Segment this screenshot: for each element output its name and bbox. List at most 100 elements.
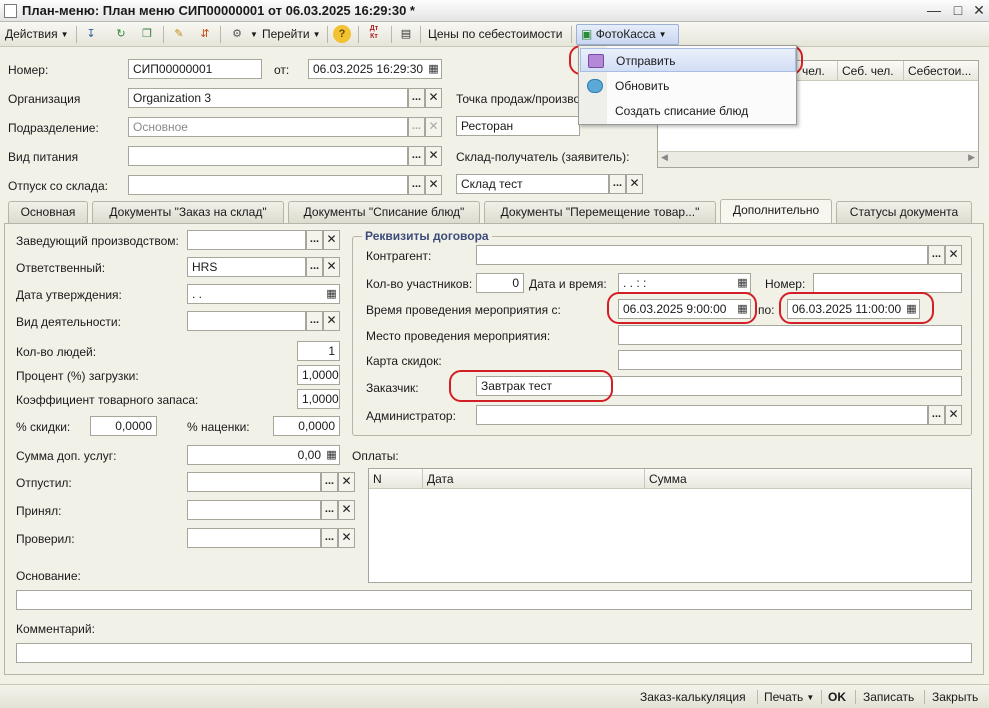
calendar-icon[interactable]: ▦ xyxy=(735,274,750,292)
released-by-field[interactable] xyxy=(187,472,321,492)
structure-icon[interactable]: ⚙ xyxy=(228,25,246,43)
admin-field[interactable] xyxy=(476,405,928,425)
select-button[interactable]: ... xyxy=(306,311,323,331)
datetime-field[interactable]: . . : : xyxy=(618,273,751,293)
clear-icon[interactable]: ✕ xyxy=(425,88,442,108)
payments-grid[interactable]: N Дата Сумма xyxy=(368,468,972,583)
calculator-icon[interactable]: ▦ xyxy=(324,446,339,464)
clear-icon[interactable]: ✕ xyxy=(323,257,340,277)
tab-dish-writeoff[interactable]: Документы "Списание блюд" xyxy=(288,201,480,223)
actions-menu-button[interactable]: Действия ▼ xyxy=(5,25,69,44)
close-button[interactable]: Закрыть xyxy=(932,689,978,705)
menu-item-send[interactable]: Отправить xyxy=(580,48,796,72)
release-warehouse-field[interactable] xyxy=(128,175,408,195)
number-field[interactable]: СИП00000001 xyxy=(128,59,262,79)
print-menu-button[interactable]: Печать ▼ xyxy=(764,689,814,706)
select-button[interactable]: ... xyxy=(306,257,323,277)
select-button[interactable]: ... xyxy=(408,175,425,195)
basis-field[interactable] xyxy=(16,590,972,610)
customer-field[interactable]: Завтрак тест xyxy=(476,376,962,396)
goto-menu-button[interactable]: Перейти ▼ xyxy=(262,25,320,44)
clear-icon[interactable]: ✕ xyxy=(323,230,340,250)
clear-icon[interactable]: ✕ xyxy=(338,472,355,492)
clear-icon[interactable]: ✕ xyxy=(425,117,442,137)
grid-column-header[interactable]: Себ. чел. xyxy=(838,61,904,81)
select-button[interactable]: ... xyxy=(321,500,338,520)
checked-by-field[interactable] xyxy=(187,528,321,548)
clear-icon[interactable]: ✕ xyxy=(425,146,442,166)
tab-additional[interactable]: Дополнительно xyxy=(720,199,832,224)
approval-date-field[interactable]: . . xyxy=(187,284,340,304)
post-icon[interactable]: ↧ xyxy=(82,25,100,43)
maximize-icon[interactable]: □ xyxy=(947,1,969,20)
clear-icon[interactable]: ✕ xyxy=(425,175,442,195)
accepted-by-field[interactable] xyxy=(187,500,321,520)
extra-services-field[interactable]: 0,00 xyxy=(187,445,340,465)
tab-warehouse-orders[interactable]: Документы "Заказ на склад" xyxy=(92,201,284,223)
tab-document-statuses[interactable]: Статусы документа xyxy=(836,201,972,223)
clear-icon[interactable]: ✕ xyxy=(338,528,355,548)
calendar-icon[interactable]: ▦ xyxy=(904,300,919,318)
grid-column-header[interactable]: Сумма xyxy=(645,469,971,489)
dtkt-icon[interactable]: Дт Кт xyxy=(365,25,383,43)
help-icon[interactable]: ? xyxy=(333,25,351,43)
select-button[interactable]: ... xyxy=(321,528,338,548)
close-icon[interactable]: ✕ xyxy=(968,1,989,20)
activity-type-field[interactable] xyxy=(187,311,306,331)
subdivision-field[interactable]: Основное xyxy=(128,117,408,137)
calendar-icon[interactable]: ▦ xyxy=(324,285,339,303)
grid-column-header[interactable]: чел. xyxy=(798,61,838,81)
discount-field[interactable]: 0,0000 xyxy=(90,416,157,436)
select-button[interactable]: ... xyxy=(609,174,626,194)
tab-goods-transfer[interactable]: Документы "Перемещение товар..." xyxy=(484,201,716,223)
copy-icon[interactable]: ❐ xyxy=(138,25,156,43)
discount-card-field[interactable] xyxy=(618,350,962,370)
event-to-field[interactable]: 06.03.2025 11:00:00 xyxy=(787,299,920,319)
doc-create-icon[interactable]: ✎ xyxy=(170,25,188,43)
menu-item-create-writeoff[interactable]: Создать списание блюд xyxy=(580,99,796,123)
clear-icon[interactable]: ✕ xyxy=(626,174,643,194)
ok-button[interactable]: OK xyxy=(828,689,846,705)
head-of-production-field[interactable] xyxy=(187,230,306,250)
load-percent-field[interactable]: 1,0000 xyxy=(297,365,340,385)
contract-number-field[interactable] xyxy=(813,273,962,293)
document-date-field[interactable]: 06.03.2025 16:29:30 xyxy=(308,59,442,79)
clear-icon[interactable]: ✕ xyxy=(338,500,355,520)
organization-field[interactable]: Organization 3 xyxy=(128,88,408,108)
clear-icon[interactable]: ✕ xyxy=(945,405,962,425)
event-from-field[interactable]: 06.03.2025 9:00:00 xyxy=(618,299,751,319)
counterparty-field[interactable] xyxy=(476,245,928,265)
structure-caret[interactable]: ▼ xyxy=(250,25,258,44)
calendar-icon[interactable]: ▦ xyxy=(426,60,441,78)
point-of-sale-field[interactable]: Ресторан xyxy=(456,116,580,136)
select-button[interactable]: ... xyxy=(408,117,425,137)
doc-move-icon[interactable]: ⇵ xyxy=(196,25,214,43)
meal-type-field[interactable] xyxy=(128,146,408,166)
clear-icon[interactable]: ✕ xyxy=(945,245,962,265)
grid-column-header[interactable]: Дата xyxy=(423,469,645,489)
receiver-warehouse-field[interactable]: Склад тест xyxy=(456,174,609,194)
cost-prices-button[interactable]: Цены по себестоимости xyxy=(428,25,562,44)
select-button[interactable]: ... xyxy=(408,146,425,166)
markup-field[interactable]: 0,0000 xyxy=(273,416,340,436)
refresh-icon[interactable]: ↻ xyxy=(112,25,130,43)
scroll-left-icon[interactable]: ◀ xyxy=(661,152,668,163)
horizontal-scrollbar[interactable]: ◀ ▶ xyxy=(658,151,978,167)
grid-column-header[interactable]: N xyxy=(369,469,423,489)
participants-field[interactable]: 0 xyxy=(476,273,524,293)
fotokassa-menu-button[interactable]: ▣ ФотоКасса ▼ xyxy=(576,24,679,45)
responsible-field[interactable]: HRS xyxy=(187,257,306,277)
people-count-field[interactable]: 1 xyxy=(297,341,340,361)
calculation-order-button[interactable]: Заказ-калькуляция xyxy=(640,689,746,705)
select-button[interactable]: ... xyxy=(928,245,945,265)
minimize-icon[interactable]: — xyxy=(923,1,945,20)
select-button[interactable]: ... xyxy=(928,405,945,425)
grid-column-header[interactable]: Себестои... xyxy=(904,61,978,81)
report-icon[interactable]: ▤ xyxy=(397,25,415,43)
comment-field[interactable] xyxy=(16,643,972,663)
select-button[interactable]: ... xyxy=(321,472,338,492)
clear-icon[interactable]: ✕ xyxy=(323,311,340,331)
tab-main[interactable]: Основная xyxy=(8,201,88,223)
scroll-right-icon[interactable]: ▶ xyxy=(968,152,975,163)
save-button[interactable]: Записать xyxy=(863,689,914,705)
